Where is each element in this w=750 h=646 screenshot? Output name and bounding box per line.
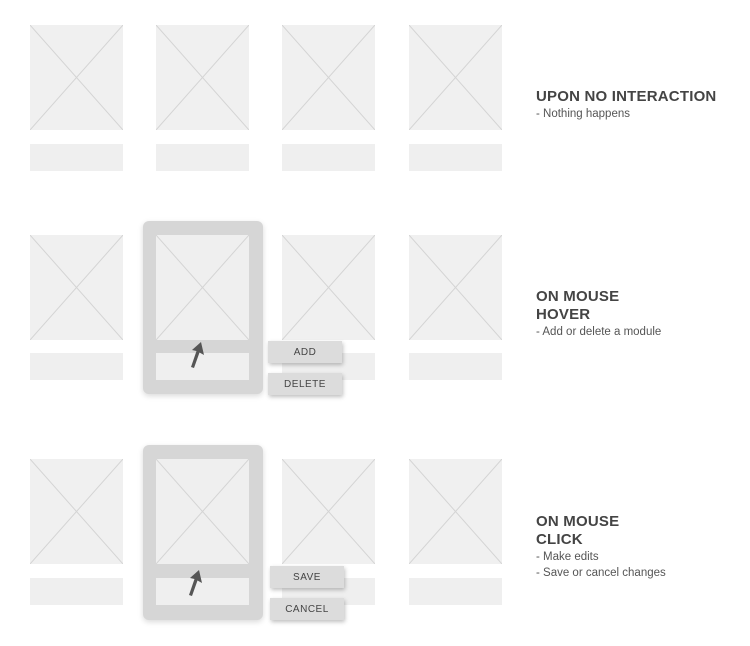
mouse-cursor-icon <box>191 342 204 368</box>
image-placeholder-icon <box>156 459 249 564</box>
add-button[interactable]: ADD <box>268 341 342 363</box>
image-placeholder-icon <box>156 235 249 340</box>
state-title: ON MOUSE <box>536 288 620 305</box>
hovered-module-card[interactable] <box>143 221 263 394</box>
state-description: - Make edits <box>536 551 599 563</box>
image-placeholder-icon <box>409 459 502 564</box>
image-placeholder-icon <box>30 235 123 340</box>
image-placeholder-icon <box>282 235 375 340</box>
state-title: CLICK <box>536 531 583 548</box>
cancel-button[interactable]: CANCEL <box>270 598 344 620</box>
caption-placeholder <box>156 578 249 605</box>
save-button[interactable]: SAVE <box>270 566 344 588</box>
caption-placeholder <box>409 353 502 380</box>
image-placeholder-icon <box>409 235 502 340</box>
state-label: ON MOUSE HOVER - Add or delete a module <box>536 288 661 340</box>
clicked-module-card[interactable] <box>143 445 263 620</box>
state-description: - Add or delete a module <box>536 326 662 338</box>
state-title: ON MOUSE <box>536 513 620 530</box>
state-row-click: SAVE CANCEL ON MOUSE CLICK - Make edits … <box>0 0 750 620</box>
state-title: HOVER <box>536 306 591 323</box>
image-placeholder-icon <box>30 459 123 564</box>
caption-placeholder <box>30 353 123 380</box>
mouse-cursor-icon <box>189 570 202 596</box>
delete-button[interactable]: DELETE <box>268 373 342 395</box>
image-placeholder-icon <box>282 459 375 564</box>
state-label: ON MOUSE CLICK - Make edits - Save or ca… <box>536 513 666 581</box>
caption-placeholder <box>409 578 502 605</box>
state-description: - Save or cancel changes <box>536 567 666 579</box>
caption-placeholder <box>30 578 123 605</box>
